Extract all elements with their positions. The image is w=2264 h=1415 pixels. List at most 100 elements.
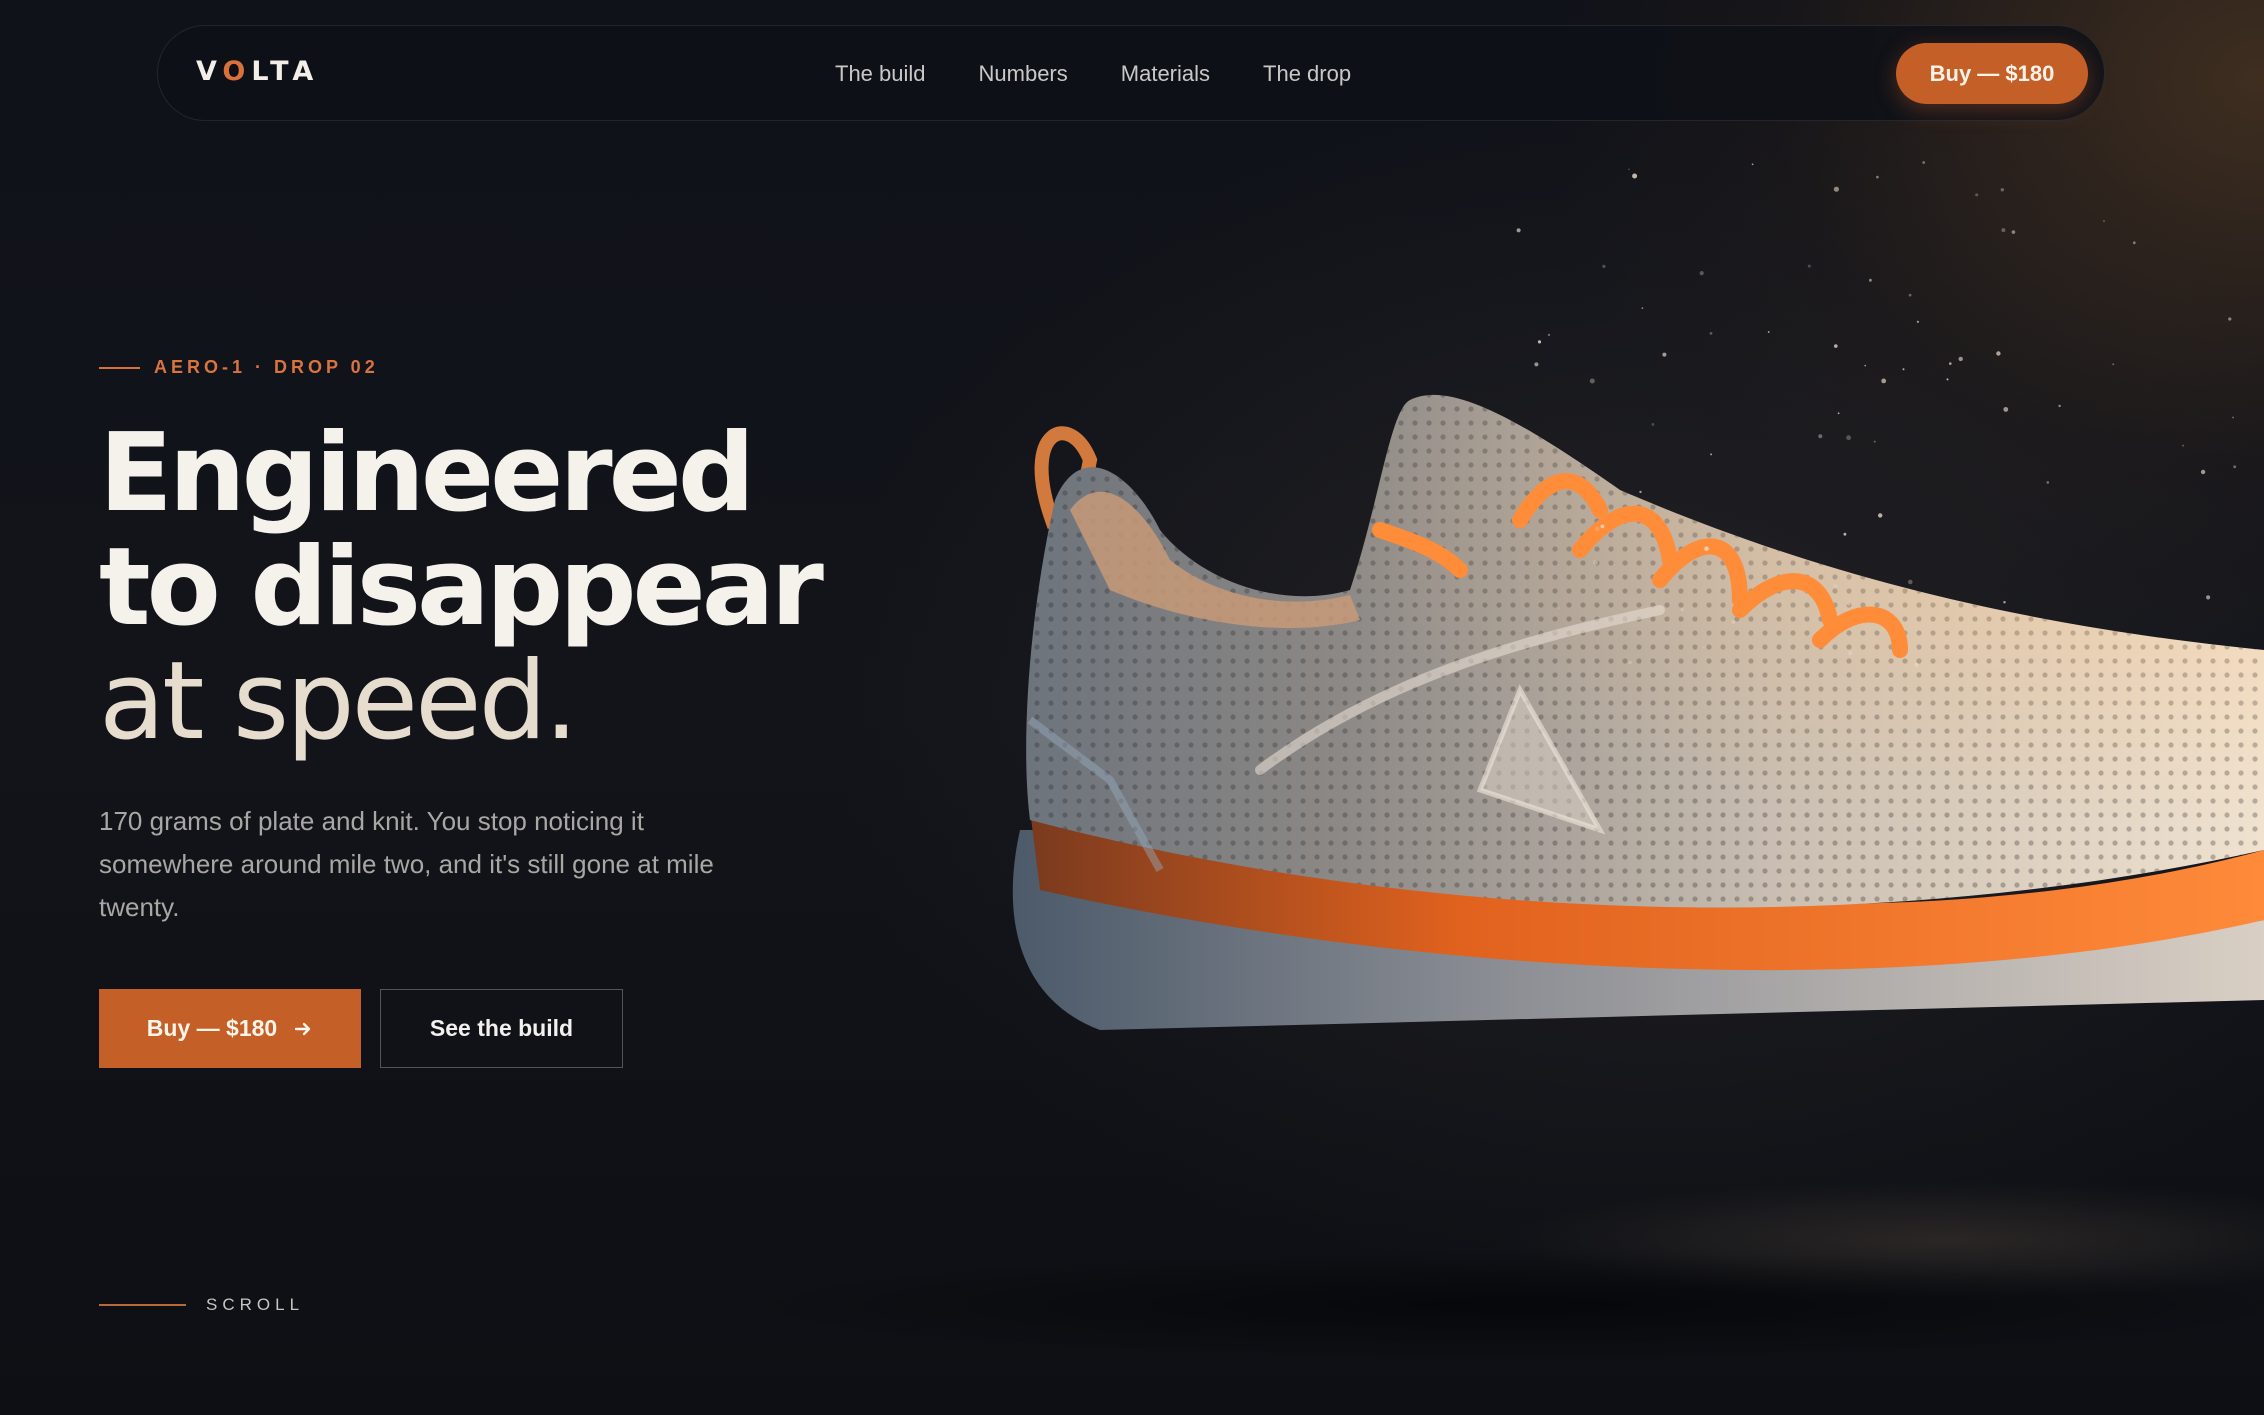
hero-headline: Engineered to disappear at speed. xyxy=(99,417,824,759)
dust-particle xyxy=(1699,271,1704,276)
dust-particle xyxy=(2011,230,2016,234)
dust-particle xyxy=(1975,193,1979,197)
dust-particle xyxy=(1834,344,1838,348)
dust-particle xyxy=(1958,356,1963,362)
dust-particle xyxy=(1881,378,1887,384)
navbar: VOLTA The build Numbers Materials The dr… xyxy=(157,25,2105,121)
dust-particle xyxy=(2112,363,2115,366)
dust-particle xyxy=(1751,163,1754,166)
dust-particle xyxy=(1628,168,1630,171)
logo-letters: LTA xyxy=(251,56,320,87)
dust-particle xyxy=(1868,278,1872,282)
dust-particle xyxy=(1651,423,1655,426)
dust-particle xyxy=(1902,368,1905,371)
dust-particle xyxy=(1537,340,1542,344)
dust-particle xyxy=(1731,620,1736,624)
nav-link-numbers[interactable]: Numbers xyxy=(979,61,1068,87)
dust-particle xyxy=(1873,440,1876,443)
dust-particle xyxy=(1876,175,1879,179)
eyebrow: AERO-1 · DROP 02 xyxy=(99,357,379,378)
nav-links: The build Numbers Materials The drop xyxy=(835,26,1351,122)
arrow-right-icon xyxy=(295,1022,311,1035)
dust-particle xyxy=(1593,560,1598,565)
logo-letter: V xyxy=(196,56,223,87)
dust-particle xyxy=(2200,469,2206,475)
logo-accent-letter: O xyxy=(222,56,252,87)
hero-cta-row: Buy — $180 See the build xyxy=(99,989,623,1068)
dust-particle xyxy=(2001,228,2006,233)
dust-particle xyxy=(1767,331,1770,333)
dust-particle xyxy=(1949,362,1952,365)
dust-particle xyxy=(1843,532,1847,536)
brand-logo[interactable]: VOLTA xyxy=(196,56,319,87)
headline-line-1: Engineered xyxy=(99,411,755,536)
dust-particle xyxy=(1600,524,1605,529)
dust-particle xyxy=(1710,453,1713,456)
dust-particle xyxy=(2000,188,2004,192)
dust-particle xyxy=(1704,546,1709,551)
scroll-line xyxy=(99,1304,186,1306)
dust-particle xyxy=(1807,264,1811,268)
dust-particle xyxy=(1818,434,1823,439)
dust-particle xyxy=(1837,412,1840,415)
hero-buy-button[interactable]: Buy — $180 xyxy=(99,989,361,1068)
dust-particle xyxy=(1558,607,1560,610)
particle-field xyxy=(1516,161,2237,667)
dust-particle xyxy=(1833,186,1839,192)
dust-particle xyxy=(1833,584,1837,588)
dust-particle xyxy=(1846,435,1851,441)
dust-particle xyxy=(1846,601,1851,606)
dust-particle xyxy=(1602,264,1606,268)
dust-particle xyxy=(2003,601,2006,604)
hero-buy-label: Buy — $180 xyxy=(146,1015,278,1041)
dust-particle xyxy=(1864,364,1866,367)
dust-particle xyxy=(2058,404,2061,408)
dust-particle xyxy=(2228,317,2232,321)
dust-particle xyxy=(2182,444,2185,447)
dust-particle xyxy=(1628,660,1632,665)
dust-particle xyxy=(1908,293,1912,297)
dust-particle xyxy=(1878,513,1883,518)
dust-particle xyxy=(1908,579,1913,585)
dust-particle xyxy=(2046,481,2050,484)
dust-particle xyxy=(1922,161,1926,164)
dust-particle xyxy=(1639,490,1642,494)
eyebrow-text: AERO-1 · DROP 02 xyxy=(154,357,379,377)
dust-particle xyxy=(1547,333,1551,337)
scroll-label: SCROLL xyxy=(206,1295,305,1314)
nav-link-the-build[interactable]: The build xyxy=(835,61,926,87)
dust-particle xyxy=(1641,307,1644,309)
dust-particle xyxy=(1632,173,1638,179)
dust-particle xyxy=(1916,320,1919,323)
dust-particle xyxy=(1847,650,1853,656)
dust-particle xyxy=(2003,407,2009,412)
dust-particle xyxy=(1709,332,1713,335)
dust-particle xyxy=(1680,608,1684,612)
nav-buy-button[interactable]: Buy — $180 xyxy=(1896,43,2088,104)
dust-particle xyxy=(1594,526,1600,532)
dust-particle xyxy=(1703,646,1705,649)
dust-particle xyxy=(2176,641,2180,645)
dust-particle xyxy=(1589,378,1595,384)
dust-particle xyxy=(2206,595,2211,600)
dust-particle xyxy=(1662,352,1667,357)
nav-link-materials[interactable]: Materials xyxy=(1121,61,1210,87)
dust-particle xyxy=(2102,220,2106,223)
dust-particle xyxy=(1946,378,1949,381)
dust-particle xyxy=(1914,662,1919,667)
hero-page: VOLTA The build Numbers Materials The dr… xyxy=(0,0,2264,1415)
see-the-build-button[interactable]: See the build xyxy=(380,989,623,1068)
dust-particle xyxy=(2233,465,2237,469)
dust-particle xyxy=(1996,351,2001,356)
dust-particle xyxy=(1534,362,1539,367)
nav-link-the-drop[interactable]: The drop xyxy=(1263,61,1351,87)
headline-line-2: to disappear xyxy=(99,525,824,650)
scroll-indicator[interactable]: SCROLL xyxy=(99,1295,304,1315)
dust-particle xyxy=(1516,228,1521,233)
eyebrow-line xyxy=(99,366,140,369)
dust-particle xyxy=(2132,241,2136,245)
hero-subtext: 170 grams of plate and knit. You stop no… xyxy=(99,806,714,922)
floor-shadow xyxy=(720,1250,2264,1360)
headline-line-3: at speed. xyxy=(99,639,578,764)
dust-particle xyxy=(2232,416,2234,419)
